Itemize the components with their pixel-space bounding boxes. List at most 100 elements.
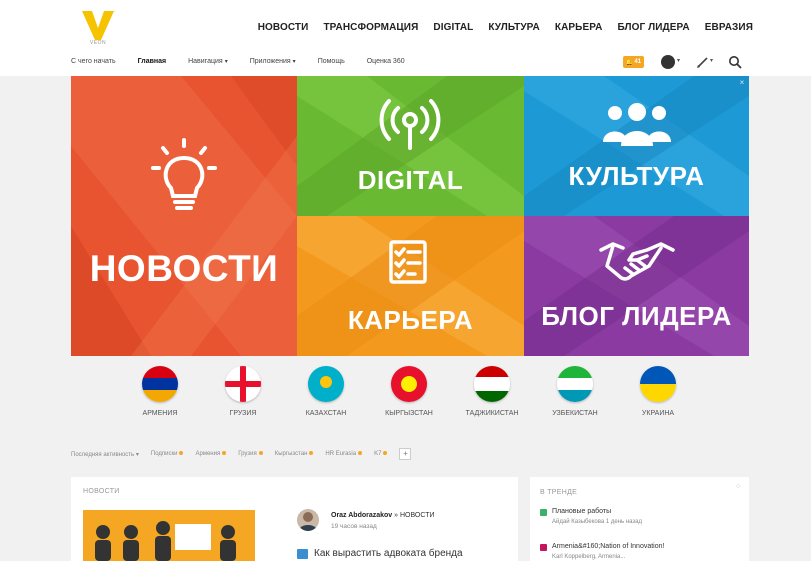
filter-item[interactable]: K7	[374, 451, 388, 457]
uzbekistan-flag-icon	[557, 366, 593, 402]
subnav-home[interactable]: Главная	[138, 58, 166, 65]
topnav-eurasia[interactable]: ЕВРАЗИЯ	[705, 22, 753, 33]
top-navigation: НОВОСТИ ТРАНСФОРМАЦИЯ DIGITAL КУЛЬТУРА К…	[258, 22, 753, 33]
subnav-apps-label: Приложения	[249, 58, 291, 65]
unread-dot	[309, 451, 314, 456]
image-icon	[297, 549, 308, 559]
tile-blog-label: БЛОГ ЛИДЕРА	[541, 301, 732, 331]
tile-career[interactable]: КАРЬЕРА	[297, 216, 524, 356]
unread-dot	[258, 451, 263, 456]
news-image[interactable]	[83, 510, 255, 561]
header-tools: 🔔 41 ▾ ▾	[623, 53, 753, 71]
tile-news-label: НОВОСТИ	[89, 248, 279, 289]
armenia-flag-icon	[142, 366, 178, 402]
trend-item-title: Плановые работы	[552, 508, 612, 515]
country-name: ГРУЗИЯ	[229, 410, 257, 417]
filter-item-label: Армения	[195, 451, 221, 457]
unread-dot	[179, 451, 184, 456]
filter-item[interactable]: Армения	[195, 451, 227, 457]
chevron-down-icon: ▾	[224, 59, 228, 65]
chevron-down-icon: ▾	[292, 59, 296, 65]
people-silhouettes-icon	[95, 521, 236, 561]
author-name[interactable]: Oraz Abdorazakov	[331, 512, 392, 519]
tile-blog-pattern	[524, 216, 749, 356]
country-uzbekistan[interactable]: УЗБЕКИСТАН	[540, 366, 610, 417]
settings-icon[interactable]: ○	[736, 483, 740, 490]
country-georgia[interactable]: ГРУЗИЯ	[208, 366, 278, 417]
trend-item-meta: Айдай Казыбекова 1 день назад	[552, 519, 643, 525]
post-time: 19 часов назад	[331, 523, 377, 530]
tile-news[interactable]: НОВОСТИ	[71, 76, 297, 356]
country-name: УКРАИНА	[641, 410, 675, 417]
filter-item-label: Кыргызстан	[274, 451, 308, 457]
search-icon[interactable]	[727, 54, 743, 70]
lightbulb-icon	[151, 138, 217, 210]
tile-culture-label: КУЛЬТУРА	[568, 161, 705, 191]
user-avatar[interactable]	[661, 55, 675, 69]
kyrgyzstan-flag-icon	[391, 366, 427, 402]
hero-banner: НОВОСТИ DIGITAL КУЛЬТУРА КАРЬЕРА БЛОГ ЛИ…	[71, 76, 749, 356]
topnav-news[interactable]: НОВОСТИ	[258, 22, 309, 33]
tile-career-label: КАРЬЕРА	[347, 305, 474, 335]
subnav-help[interactable]: Помощь	[318, 58, 345, 65]
news-card-title: НОВОСТИ	[83, 488, 120, 495]
tile-digital[interactable]: DIGITAL	[297, 76, 524, 216]
topnav-career[interactable]: КАРЬЕРА	[555, 22, 603, 33]
author-channel[interactable]: » НОВОСТИ	[394, 512, 434, 519]
filter-item[interactable]: HR Eurasia	[325, 451, 363, 457]
trending-card: В ТРЕНДЕ ○ Плановые работы Айдай Казыбек…	[530, 477, 749, 561]
subnav-navigation-menu[interactable]: Навигация ▾	[188, 58, 228, 65]
country-name: ТАДЖИКИСТАН	[465, 410, 519, 417]
author-photo-icon	[299, 512, 317, 531]
country-name: УЗБЕКИСТАН	[552, 410, 598, 417]
topnav-transformation[interactable]: ТРАНСФОРМАЦИЯ	[323, 22, 418, 33]
news-card: НОВОСТИ Oraz Abdorazakov » НОВОСТИ 19 ча…	[71, 477, 518, 561]
country-tajikistan[interactable]: ТАДЖИКИСТАН	[457, 366, 527, 417]
tile-leader-blog[interactable]: БЛОГ ЛИДЕРА	[524, 216, 749, 356]
chevron-down-icon[interactable]: ▾	[677, 57, 680, 64]
add-filter-button[interactable]: +	[399, 448, 412, 460]
unread-dot	[358, 451, 363, 456]
notifications-count: 41	[634, 59, 642, 65]
site-header: VEON НОВОСТИ ТРАНСФОРМАЦИЯ DIGITAL КУЛЬТ…	[0, 0, 811, 76]
unread-dot	[222, 451, 227, 456]
unread-dot	[383, 451, 388, 456]
country-kazakhstan[interactable]: КАЗАХСТАН	[291, 366, 361, 417]
tile-culture-pattern	[524, 76, 749, 216]
tile-culture[interactable]: КУЛЬТУРА	[524, 76, 749, 216]
author-avatar[interactable]	[297, 509, 319, 531]
checklist-icon	[389, 240, 427, 284]
trending-title: В ТРЕНДЕ	[540, 489, 578, 496]
people-icon	[603, 103, 671, 146]
handshake-icon	[599, 242, 675, 281]
filter-item-label: Подписки	[150, 451, 178, 457]
subnav-navigation-label: Навигация	[188, 58, 223, 65]
topnav-leader-blog[interactable]: БЛОГ ЛИДЕРА	[617, 22, 689, 33]
topnav-culture[interactable]: КУЛЬТУРА	[488, 22, 540, 33]
close-icon[interactable]: ×	[737, 78, 747, 88]
subnav-rating[interactable]: Оценка 360	[367, 58, 405, 65]
subnav-apps-menu[interactable]: Приложения ▾	[250, 58, 296, 65]
filter-item[interactable]: Подписки	[151, 451, 184, 457]
country-kyrgyzstan[interactable]: КЫРГЫЗСТАН	[374, 366, 444, 417]
country-ukraine[interactable]: УКРАИНА	[623, 366, 693, 417]
country-armenia[interactable]: АРМЕНИЯ	[125, 366, 195, 417]
pencil-icon[interactable]	[695, 55, 711, 69]
chevron-down-icon[interactable]: ▾	[710, 57, 713, 64]
filter-item[interactable]: Грузия	[238, 451, 263, 457]
filter-recent-activity[interactable]: Последняя активность ▾	[71, 451, 139, 458]
topnav-digital[interactable]: DIGITAL	[433, 22, 473, 33]
video-icon	[540, 544, 547, 551]
filter-item[interactable]: Кыргызстан	[275, 451, 314, 457]
country-name: КАЗАХСТАН	[305, 410, 347, 417]
post-title[interactable]: Как вырастить адвоката бренда	[314, 548, 463, 559]
country-name: АРМЕНИЯ	[142, 410, 178, 417]
subnav-start[interactable]: С чего начать	[71, 58, 116, 65]
tile-digital-label: DIGITAL	[357, 165, 464, 195]
kazakhstan-flag-icon	[308, 366, 344, 402]
filter-item-label: K7	[374, 451, 382, 457]
author-line: Oraz Abdorazakov » НОВОСТИ	[331, 512, 435, 519]
trend-item-title: Armenia&#160;Nation of Innovation!	[552, 543, 665, 550]
filter-item-label: Грузия	[238, 451, 257, 457]
notifications-button[interactable]: 🔔 41	[623, 56, 644, 68]
